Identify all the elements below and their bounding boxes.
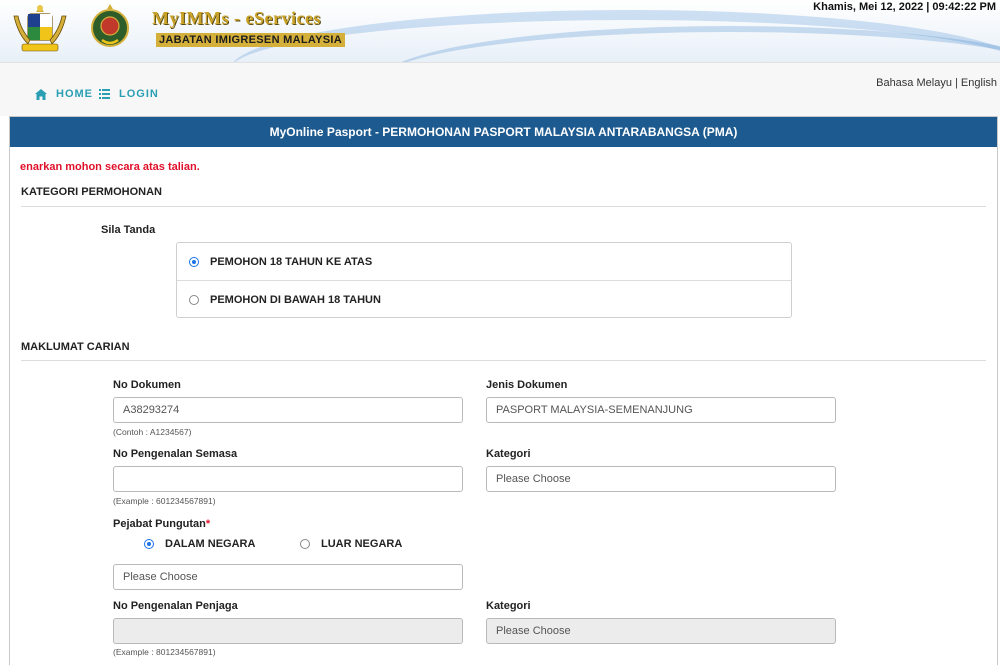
radio-button[interactable] bbox=[300, 539, 310, 549]
radio-option-luar-negara[interactable]: LUAR NEGARA bbox=[300, 538, 402, 550]
kategori-select-2[interactable]: Please Choose bbox=[486, 618, 836, 644]
notice-message: enarkan mohon secara atas talian. bbox=[20, 161, 200, 173]
brand-title: MyIMMs - eServices bbox=[152, 8, 321, 28]
nav-home-link[interactable]: HOME bbox=[35, 88, 93, 100]
section-heading-kategori: KATEGORI PERMOHONAN bbox=[21, 186, 162, 198]
no-pengenalan-semasa-input[interactable] bbox=[113, 466, 463, 492]
radio-option-below-18[interactable]: PEMOHON DI BAWAH 18 TAHUN bbox=[177, 281, 791, 319]
kategori-radio-group: PEMOHON 18 TAHUN KE ATAS PEMOHON DI BAWA… bbox=[176, 242, 792, 318]
pejabat-pungutan-select[interactable]: Please Choose bbox=[113, 564, 463, 590]
radio-label: LUAR NEGARA bbox=[321, 538, 403, 550]
nav-home-label: HOME bbox=[56, 88, 93, 100]
pejabat-pungutan-label: Pejabat Pungutan* bbox=[113, 518, 210, 530]
kategori-select[interactable]: Please Choose bbox=[486, 466, 836, 492]
lang-separator: | bbox=[951, 77, 961, 89]
radio-option-18-above[interactable]: PEMOHON 18 TAHUN KE ATAS bbox=[177, 243, 791, 281]
no-dokumen-input[interactable]: A38293274 bbox=[113, 397, 463, 423]
application-panel: MyOnline Pasport - PERMOHONAN PASPORT MA… bbox=[9, 116, 998, 665]
malaysia-coat-of-arms-logo bbox=[13, 5, 67, 52]
required-marker: * bbox=[205, 518, 211, 530]
current-datetime: Khamis, Mei 12, 2022 | 09:42:22 PM bbox=[813, 1, 996, 13]
divider bbox=[21, 206, 986, 207]
radio-label: DALAM NEGARA bbox=[165, 538, 256, 550]
pejabat-pungutan-text: Pejabat Pungutan bbox=[113, 518, 206, 530]
divider bbox=[21, 360, 986, 361]
kategori-label-2: Kategori bbox=[486, 600, 531, 612]
radio-label: PEMOHON 18 TAHUN KE ATAS bbox=[210, 255, 373, 268]
site-header: MyIMMs - eServices JABATAN IMIGRESEN MAL… bbox=[0, 0, 1000, 62]
radio-button-checked[interactable] bbox=[189, 256, 199, 267]
sila-tanda-label: Sila Tanda bbox=[101, 224, 156, 236]
no-pengenalan-semasa-label: No Pengenalan Semasa bbox=[113, 448, 238, 460]
nav-login-link[interactable]: LOGIN bbox=[99, 88, 159, 100]
nav-login-label: LOGIN bbox=[119, 88, 159, 100]
no-dokumen-hint: (Contoh : A1234567) bbox=[113, 427, 192, 437]
no-pengenalan-penjaga-hint: (Example : 801234567891) bbox=[113, 647, 216, 657]
radio-button-checked[interactable] bbox=[144, 539, 154, 549]
department-name: JABATAN IMIGRESEN MALAYSIA bbox=[156, 33, 345, 47]
radio-label: PEMOHON DI BAWAH 18 TAHUN bbox=[210, 294, 381, 306]
lang-english-link[interactable]: English bbox=[961, 77, 997, 89]
top-navbar: HOME LOGIN Bahasa Melayu | English bbox=[0, 62, 1000, 116]
no-dokumen-label: No Dokumen bbox=[113, 379, 181, 391]
no-pengenalan-penjaga-label: No Pengenalan Penjaga bbox=[113, 600, 238, 612]
jenis-dokumen-label: Jenis Dokumen bbox=[486, 379, 568, 391]
home-icon bbox=[35, 88, 47, 100]
list-icon bbox=[99, 89, 110, 99]
section-heading-carian: MAKLUMAT CARIAN bbox=[21, 341, 130, 353]
jenis-dokumen-field[interactable]: PASPORT MALAYSIA-SEMENANJUNG bbox=[486, 397, 836, 423]
radio-button[interactable] bbox=[189, 295, 199, 305]
no-pengenalan-semasa-hint: (Example : 601234567891) bbox=[113, 496, 216, 506]
language-switcher: Bahasa Melayu | English bbox=[876, 77, 997, 89]
kategori-label: Kategori bbox=[486, 448, 531, 460]
immigration-department-logo bbox=[91, 4, 129, 47]
no-pengenalan-penjaga-input[interactable] bbox=[113, 618, 463, 644]
panel-title: MyOnline Pasport - PERMOHONAN PASPORT MA… bbox=[10, 117, 997, 147]
radio-option-dalam-negara[interactable]: DALAM NEGARA bbox=[144, 538, 255, 550]
lang-malay-link[interactable]: Bahasa Melayu bbox=[876, 77, 952, 89]
